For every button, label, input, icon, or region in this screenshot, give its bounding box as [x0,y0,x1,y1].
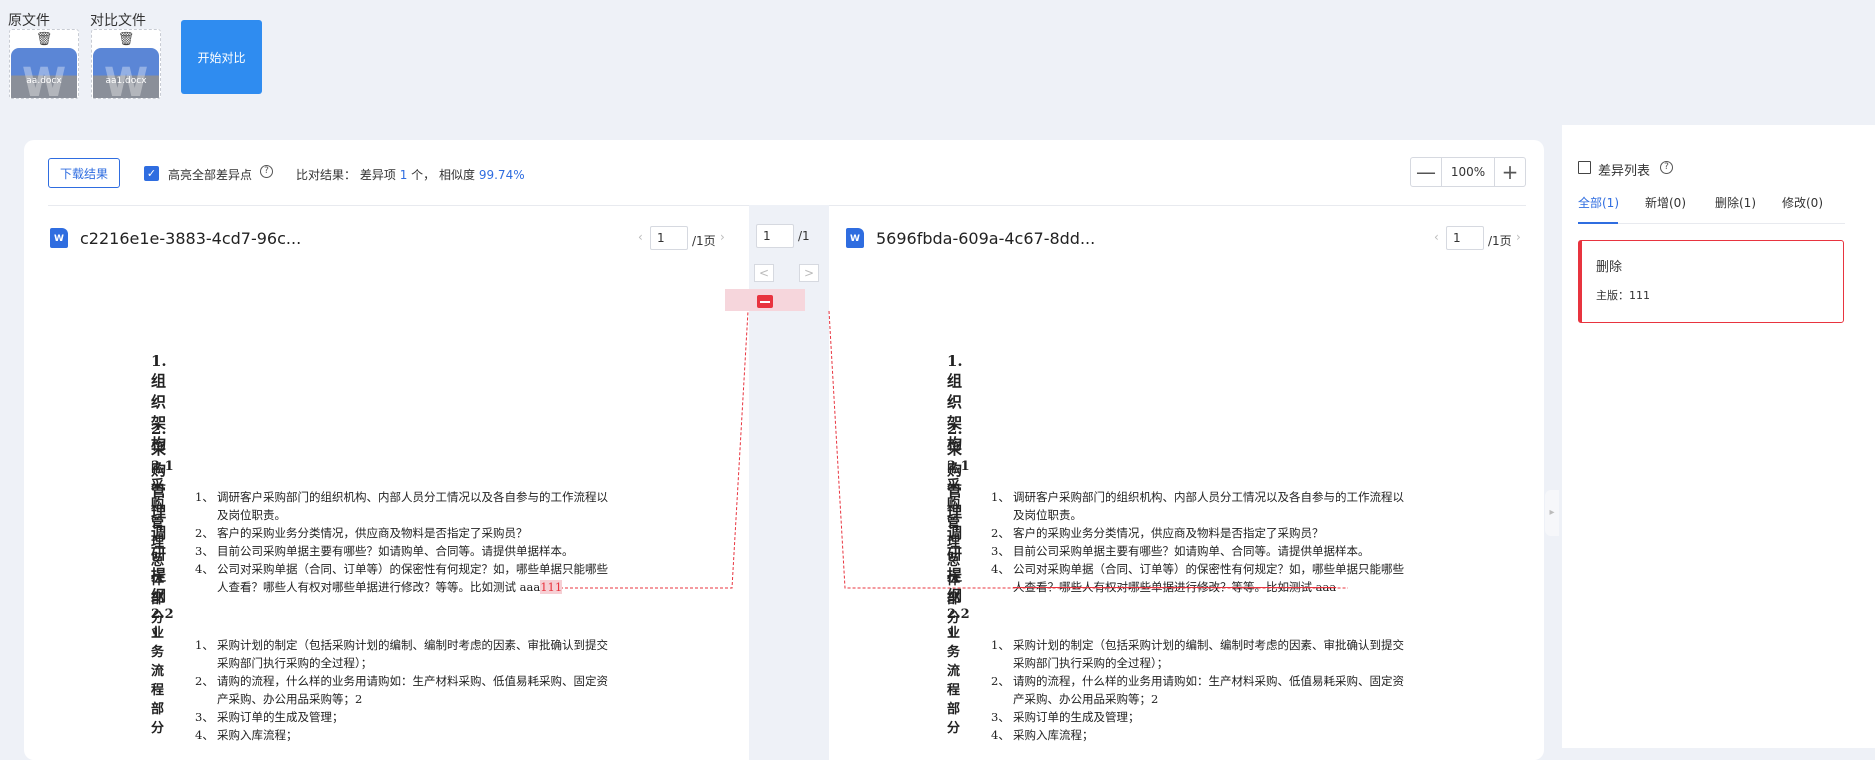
list-item: 1、 采购计划的制定（包括采购计划的编制、编制时考虑的因素、审批确认到提交 采购部门… [991,638,1404,670]
diff-list-title: 差异列表 [1598,164,1651,179]
tab-modified[interactable]: 修改(0) [1782,194,1823,211]
word-doc-icon: W [50,228,68,248]
list-item: 3、 目前公司采购单据主要有哪些？如请购单、合同等。请提供单据样本。 [195,544,574,558]
tab-added[interactable]: 新增(0) [1645,194,1686,211]
word-doc-icon: W [846,228,864,248]
list-item: 3、 采购订单的生成及管理； [991,710,1140,724]
list-item: 3、 目前公司采购单据主要有哪些？如请购单、合同等。请提供单据样本。 [991,544,1370,558]
list-item: 2、 请购的流程，什么样的业务用请购如：生产材料采购、低值易耗采购、固定资 产采购、… [991,674,1404,706]
right-page-input[interactable]: 1 [1446,226,1484,250]
list-item: 2、 请购的流程，什么样的业务用请购如：生产材料采购、低值易耗采购、固定资 产采购、… [195,674,608,706]
right-doc-title: 5696fbda-609a-4c67-8dd... [876,229,1096,248]
list-item: 3、 采购订单的生成及管理； [195,710,344,724]
left-doc-title: c2216e1e-3883-4cd7-96c... [80,229,302,248]
collapse-handle-icon[interactable]: ▸ [1545,490,1559,536]
subheading: 2.2 业务流程部分 [947,607,970,736]
help-icon[interactable]: ? [1660,161,1673,174]
tabs-divider [1578,223,1845,224]
list-item: 2、 客户的采购业务分类情况，供应商及物料是否指定了采购员？ [991,526,1324,540]
diff-card-detail: 主版：111 [1596,289,1650,302]
left-diff-highlight[interactable]: 111 [540,580,563,594]
tab-all[interactable]: 全部(1) [1578,194,1619,211]
book-icon [1578,161,1591,174]
right-prev-page-icon[interactable]: ‹ [1434,230,1439,244]
list-item: 4、 采购入库流程； [991,728,1094,742]
left-prev-page-icon[interactable]: ‹ [638,230,643,244]
left-page-input[interactable]: 1 [650,226,688,250]
diff-list-sidebar: 差异列表 ? 全部(1) 新增(0) 删除(1) 修改(0) 删除 主版：111 [1562,125,1875,748]
diff-card[interactable]: 删除 主版：111 [1578,240,1844,323]
left-next-page-icon[interactable]: › [720,230,725,244]
tab-deleted[interactable]: 删除(1) [1715,194,1756,211]
list-item: 4、 公司对采购单据（合同、订单等）的保密性有何规定？如，哪些单据只能哪些 人查看？… [195,562,608,594]
list-item: 4、 公司对采购单据（合同、订单等）的保密性有何规定？如，哪些单据只能哪些 人查看？… [991,562,1404,594]
list-item: 1、 采购计划的制定（包括采购计划的编制、编制时考虑的因素、审批确认到提交 采购部门… [195,638,608,670]
right-next-page-icon[interactable]: › [1516,230,1521,244]
right-page-total: /1页 [1488,234,1512,248]
subheading: 2.2 业务流程部分 [151,607,174,736]
left-page-total: /1页 [692,234,716,248]
list-item: 4、 采购入库流程； [195,728,298,742]
active-tab-indicator [1578,222,1618,224]
list-item: 1、 调研客户采购部门的组织机构、内部人员分工情况以及各自参与的工作流程以 及岗位职… [195,490,608,522]
diff-card-type: 删除 [1596,260,1623,275]
list-item: 2、 客户的采购业务分类情况，供应商及物料是否指定了采购员？ [195,526,528,540]
list-item: 1、 调研客户采购部门的组织机构、内部人员分工情况以及各自参与的工作流程以 及岗位职… [991,490,1404,522]
